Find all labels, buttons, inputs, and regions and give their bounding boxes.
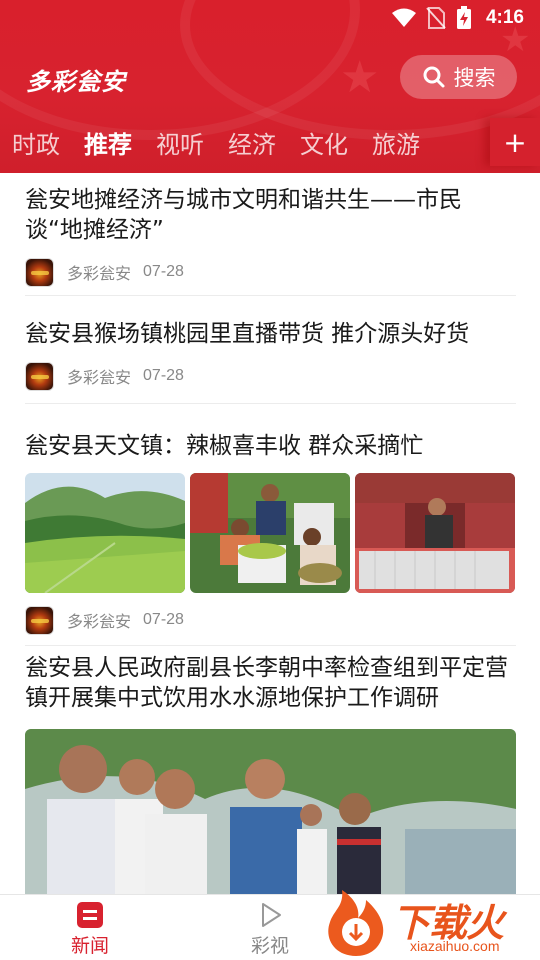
- tab-jingji[interactable]: 经济: [216, 125, 288, 160]
- article-source: 多彩瓮安: [67, 368, 132, 387]
- divider: [25, 403, 516, 404]
- article-source: 多彩瓮安: [67, 612, 132, 631]
- article-title: 瓮安地摊经济与城市文明和谐共生——市民谈“地摊经济”: [25, 187, 462, 243]
- news-feed[interactable]: 瓮安地摊经济与城市文明和谐共生——市民谈“地摊经济” 多彩瓮安 07-28 瓮安…: [0, 173, 540, 894]
- nav-news[interactable]: 新闻: [40, 901, 140, 958]
- search-label: 搜索: [453, 66, 496, 90]
- status-bar: 4:16: [0, 0, 540, 36]
- divider: [25, 295, 516, 296]
- article-item[interactable]: 瓮安地摊经济与城市文明和谐共生——市民谈“地摊经济” 多彩瓮安 07-28: [25, 185, 516, 287]
- article-meta: 多彩瓮安 07-28: [25, 605, 516, 635]
- star-decoration-icon: ★: [340, 52, 380, 103]
- tab-wenhua[interactable]: 文化: [288, 125, 360, 160]
- article-title: 瓮安县人民政府副县长李朝中率检查组到平定营镇开展集中式饮用水水源地保护工作调研: [25, 655, 508, 711]
- thumbnail-image: [25, 473, 185, 593]
- battery-charging-icon: [456, 6, 471, 29]
- source-logo: [25, 257, 54, 287]
- thumbnail-image: [190, 473, 350, 593]
- nav-news-label: 新闻: [70, 935, 109, 957]
- article-item[interactable]: 瓮安县天文镇：辣椒喜丰收 群众采摘忙 多彩瓮安 07-28: [25, 431, 516, 635]
- play-icon: [262, 903, 281, 927]
- tab-tuijian[interactable]: 推荐: [72, 125, 144, 160]
- tab-shiting[interactable]: 视听: [144, 125, 216, 160]
- status-time: 4:16: [485, 7, 524, 28]
- article-date: 07-28: [143, 263, 184, 280]
- channel-tabs: 时政 推荐 视听 经济 文化 旅游: [0, 120, 490, 164]
- tab-lvyou[interactable]: 旅游: [360, 125, 432, 160]
- app-title: 多彩瓮安: [26, 68, 126, 96]
- article-meta: 多彩瓮安 07-28: [25, 361, 516, 391]
- article-title: 瓮安县天文镇：辣椒喜丰收 群众采摘忙: [25, 433, 424, 459]
- article-date: 07-28: [143, 367, 184, 384]
- article-cover-image: [25, 729, 516, 894]
- nav-caishi-label: 彩视: [250, 935, 289, 957]
- thumbnail-image: [355, 473, 515, 593]
- article-item[interactable]: 瓮安县人民政府副县长李朝中率检查组到平定营镇开展集中式饮用水水源地保护工作调研: [25, 653, 516, 894]
- source-logo: [25, 361, 54, 391]
- tab-shizheng[interactable]: 时政: [0, 125, 72, 160]
- flame-logo-icon: [328, 890, 384, 956]
- article-title: 瓮安县猴场镇桃园里直播带货 推介源头好货: [25, 321, 470, 347]
- search-icon: [423, 66, 444, 88]
- no-sim-icon: [426, 7, 446, 29]
- article-date: 07-28: [143, 611, 184, 628]
- article-meta: 多彩瓮安 07-28: [25, 257, 516, 287]
- article-source: 多彩瓮安: [67, 264, 132, 283]
- wifi-icon: [391, 8, 416, 27]
- nav-caishi[interactable]: 彩视: [220, 901, 320, 958]
- article-item[interactable]: 瓮安县猴场镇桃园里直播带货 推介源头好货 多彩瓮安 07-28: [25, 319, 516, 391]
- divider: [25, 645, 516, 646]
- source-logo: [25, 605, 54, 635]
- app-header: ★ ★ 4:16 多彩瓮安 搜索 时政 推荐 视听 经济 文化 旅游 +: [0, 0, 540, 173]
- watermark: 下载火 xiazaihuo.com: [318, 886, 540, 960]
- search-button[interactable]: 搜索: [400, 55, 517, 99]
- watermark-url: xiazaihuo.com: [410, 938, 500, 954]
- article-thumbnails: [25, 473, 516, 593]
- news-icon: [77, 902, 103, 928]
- add-channel-button[interactable]: +: [490, 118, 540, 166]
